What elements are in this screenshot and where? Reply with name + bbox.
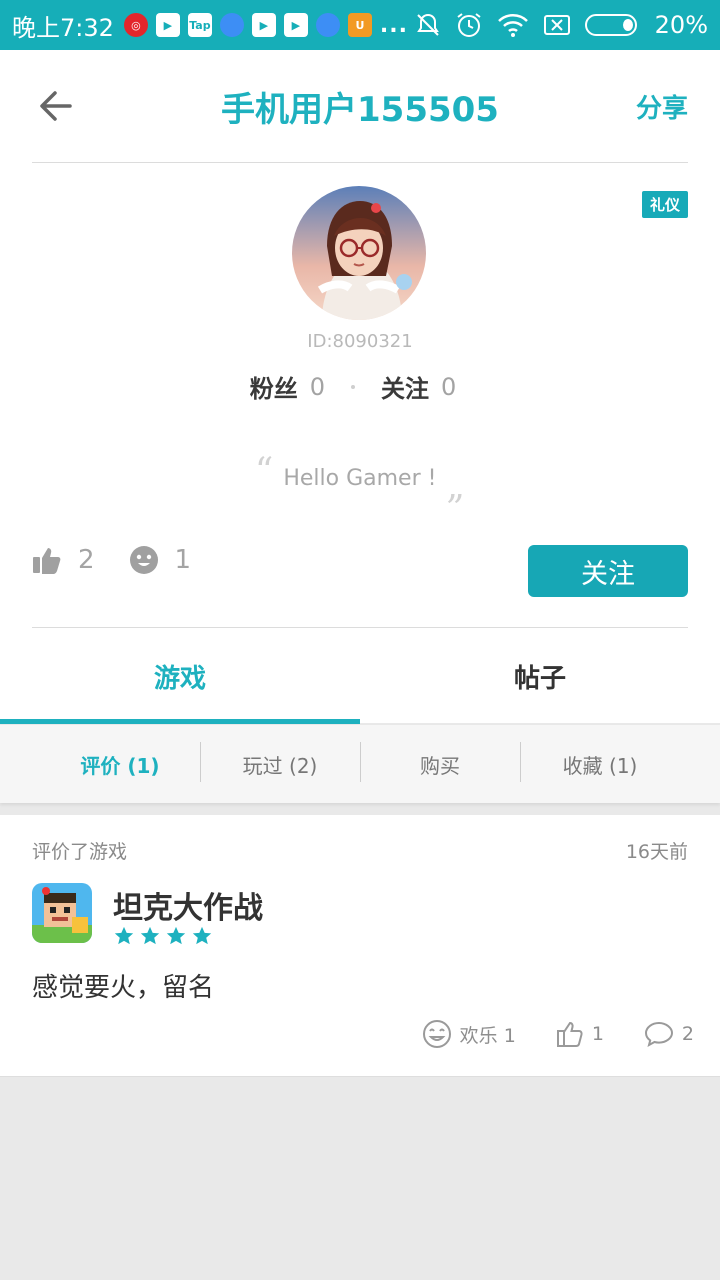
review-like-button[interactable]: 1 xyxy=(556,1020,604,1048)
like-count: 2 xyxy=(78,545,95,575)
star-icon xyxy=(114,926,134,945)
wifi-icon xyxy=(497,13,529,37)
avatar[interactable] xyxy=(292,186,426,320)
star-icon xyxy=(166,926,186,945)
review-actions: 欢乐 1 1 2 xyxy=(382,1019,694,1049)
thumbs-up-outline-icon xyxy=(556,1021,583,1047)
play-store-icon: ▶ xyxy=(155,13,180,37)
comment-bubble-icon xyxy=(644,1021,673,1047)
notification-icons: ◎ ▶ Tap ▶ ▶ U... xyxy=(123,12,415,38)
no-sim-icon xyxy=(543,13,571,37)
battery-icon xyxy=(584,13,641,37)
follow-stats: 粉丝 0 关注 0 xyxy=(0,369,720,404)
activity-time: 16天前 xyxy=(625,841,688,863)
mute-bell-icon xyxy=(415,12,441,38)
content-tabs: 游戏 帖子 xyxy=(0,628,720,724)
star-icon xyxy=(140,926,160,945)
game-icon[interactable] xyxy=(32,883,92,943)
signature-text: Hello Gamer ! xyxy=(283,465,437,491)
fun-label: 欢乐 1 xyxy=(459,1024,516,1047)
activity-type: 评价了游戏 xyxy=(32,841,128,863)
bubble-app-icon xyxy=(315,13,340,37)
signature: “ Hello Gamer ! „ xyxy=(0,451,720,505)
status-time: 晚上7:32 xyxy=(12,13,114,42)
uc-browser-icon: U xyxy=(347,13,372,37)
subtab-played[interactable]: 玩过 (2) xyxy=(200,741,360,782)
separator-dot xyxy=(351,384,355,389)
subtab-favorites[interactable]: 收藏 (1) xyxy=(520,741,680,782)
comment-count: 2 xyxy=(681,1023,694,1045)
review-card[interactable]: 评价了游戏 16天前 坦克大作战 感觉要火，留名 欢乐 1 1 2 xyxy=(0,815,720,1077)
play-store-icon: ▶ xyxy=(251,13,276,37)
open-quote-icon: “ xyxy=(254,451,274,492)
profile-reactions: 2 1 xyxy=(32,545,225,575)
tab-games[interactable]: 游戏 xyxy=(0,628,360,724)
alarm-icon xyxy=(455,11,483,39)
tab-posts[interactable]: 帖子 xyxy=(360,628,720,724)
smile-face-icon xyxy=(129,546,158,574)
share-button[interactable]: 分享 xyxy=(636,88,688,125)
review-like-count: 1 xyxy=(591,1023,604,1045)
rating-stars xyxy=(113,925,213,947)
status-bar: 晚上7:32 ◎ ▶ Tap ▶ ▶ U... 20% xyxy=(0,0,720,50)
game-subtabs: 评价 (1) 玩过 (2) 购买 收藏 (1) xyxy=(0,725,720,803)
fun-button[interactable]: 欢乐 1 xyxy=(422,1019,516,1049)
star-icon xyxy=(192,926,212,945)
subtab-reviews[interactable]: 评价 (1) xyxy=(40,750,200,779)
more-notifications-icon: ... xyxy=(379,12,408,38)
following-label[interactable]: 关注 xyxy=(381,369,429,404)
game-name[interactable]: 坦克大作战 xyxy=(113,883,263,927)
review-text: 感觉要火，留名 xyxy=(32,973,215,1003)
smile-action[interactable]: 1 xyxy=(129,545,192,575)
battery-percent: 20% xyxy=(654,11,708,39)
following-count[interactable]: 0 xyxy=(441,373,456,401)
page-title: 手机用户155505 xyxy=(221,90,499,130)
app-header: 手机用户155505 分享 xyxy=(0,50,720,163)
user-id: ID:8090321 xyxy=(307,331,413,352)
thumbs-up-icon xyxy=(33,548,61,574)
play-store-icon: ▶ xyxy=(283,13,308,37)
comment-button[interactable]: 2 xyxy=(644,1021,694,1047)
subtab-bought[interactable]: 购买 xyxy=(360,741,520,782)
bubble-app-icon xyxy=(219,13,244,37)
taptap-icon: Tap xyxy=(187,13,212,37)
profile-section: 礼仪 ID:8090321 粉丝 0 关注 0 “ Hello Gamer ! … xyxy=(0,163,720,724)
follow-button[interactable]: 关注 xyxy=(528,545,688,597)
fans-count[interactable]: 0 xyxy=(310,373,325,401)
fans-label[interactable]: 粉丝 xyxy=(250,369,298,404)
netease-music-icon: ◎ xyxy=(123,13,148,37)
etiquette-badge[interactable]: 礼仪 xyxy=(641,191,688,218)
like-action[interactable]: 2 xyxy=(32,545,95,575)
close-quote-icon: „ xyxy=(446,466,466,507)
smile-count: 1 xyxy=(174,545,192,575)
happy-face-icon xyxy=(422,1020,451,1048)
